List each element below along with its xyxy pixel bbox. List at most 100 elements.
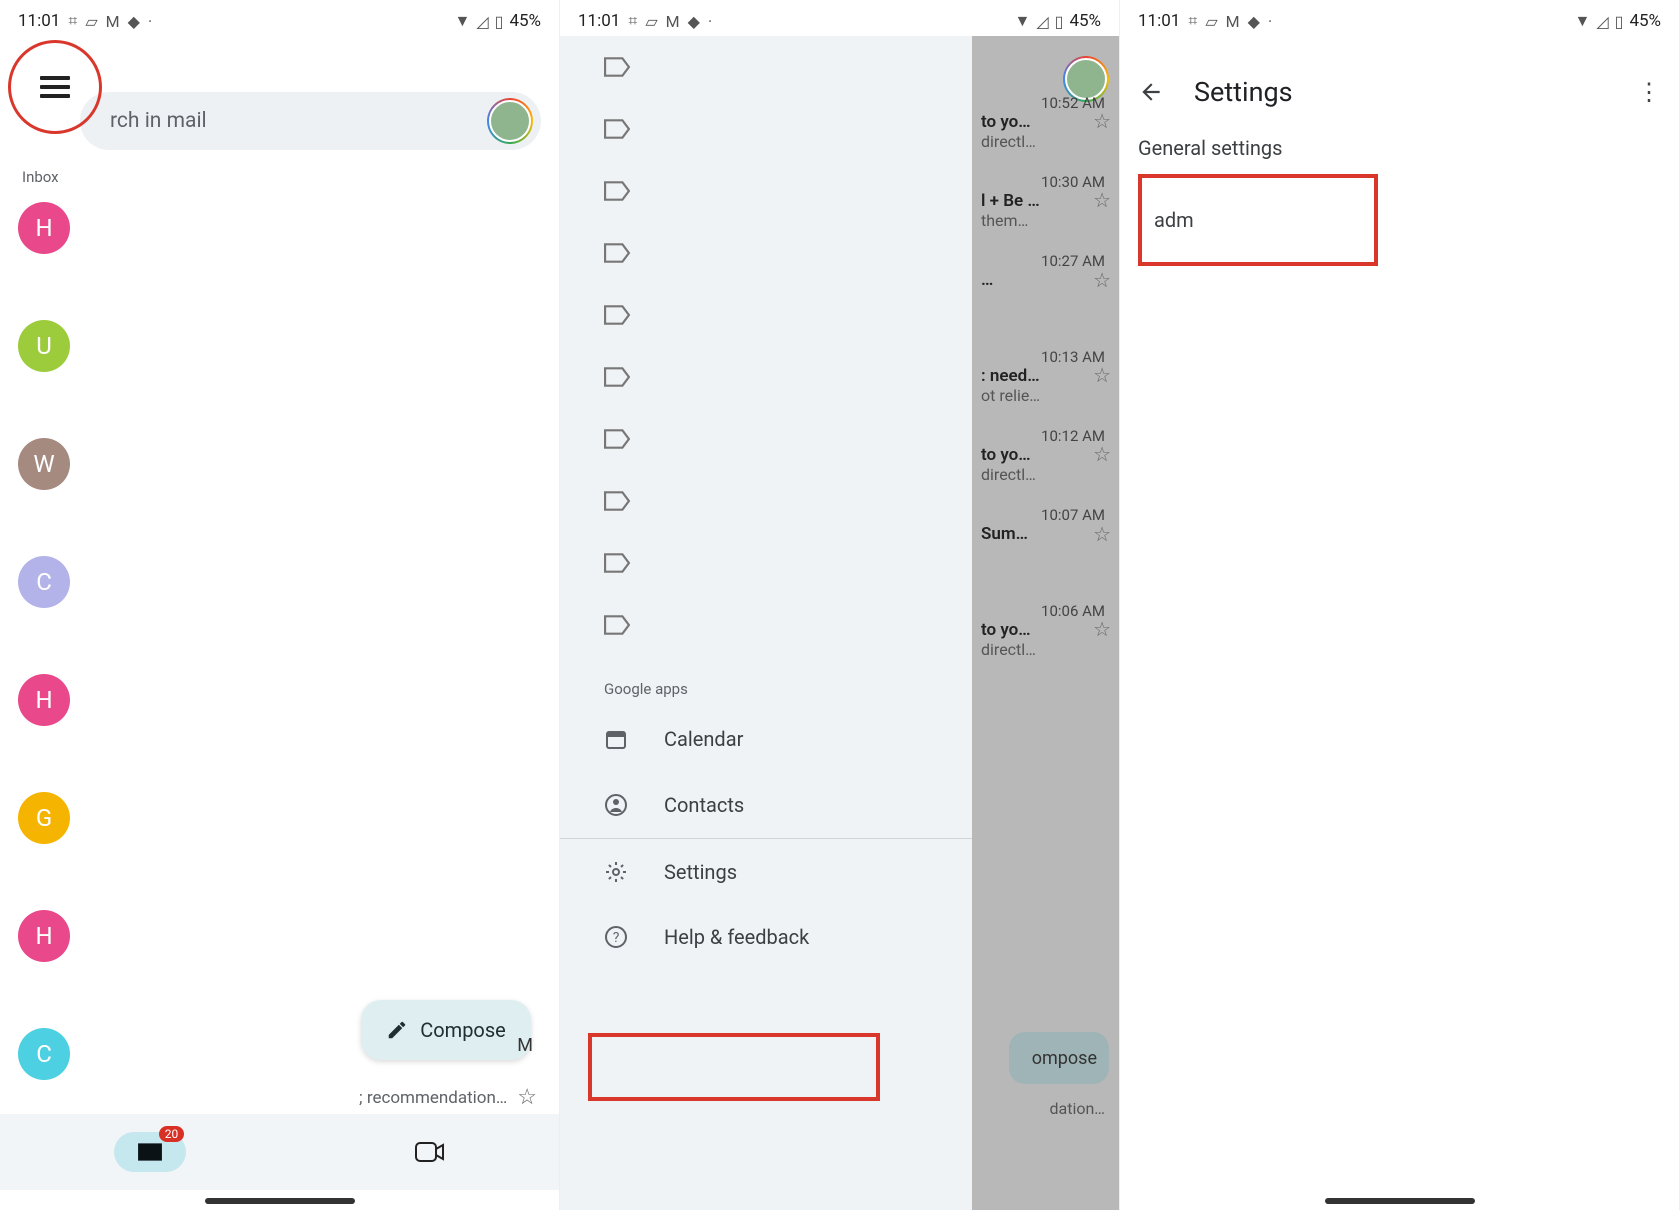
drawer-label-item[interactable]: [560, 36, 972, 98]
calendar-icon: [604, 727, 628, 751]
gmail-icon: M: [106, 12, 120, 31]
label-icon: [604, 553, 630, 573]
panel-inbox: 11:01 ⌗ ▱ M ◆ · ▼ ◿ ▯ 45% rch in mail In…: [0, 0, 560, 1210]
drawer-label-item[interactable]: [560, 98, 972, 160]
star-icon[interactable]: ☆: [517, 1085, 537, 1110]
more-icon: ·: [148, 12, 152, 31]
wifi-icon: ▼: [1574, 11, 1590, 31]
signal-icon: ◿: [1036, 12, 1048, 31]
battery-percent: 45%: [509, 11, 541, 31]
drawer-label-item[interactable]: [560, 346, 972, 408]
account-settings-highlight[interactable]: adm: [1138, 174, 1378, 266]
calendar-label: Calendar: [664, 727, 743, 751]
hamburger-icon[interactable]: [40, 76, 70, 98]
sender-avatar[interactable]: G: [18, 792, 70, 844]
label-icon: [604, 119, 630, 139]
recommend-text-row: ; recommendation… ☆: [359, 1085, 537, 1110]
help-label: Help & feedback: [664, 925, 809, 949]
home-indicator: [1325, 1198, 1475, 1204]
panel-settings: 11:01 ⌗ ▱ M ◆ · ▼ ◿ ▯ 45% Settings ⋮ Gen…: [1120, 0, 1680, 1210]
contacts-icon: [604, 793, 628, 817]
label-icon: [604, 491, 630, 511]
status-time: 11:01: [578, 11, 620, 31]
search-bar[interactable]: rch in mail: [80, 92, 541, 150]
drawer-label-item[interactable]: [560, 160, 972, 222]
compose-label: Compose: [420, 1018, 506, 1042]
status-time: 11:01: [1138, 11, 1180, 31]
drawer-label-item[interactable]: [560, 532, 972, 594]
hamburger-highlight: [8, 40, 102, 134]
inbox-label: Inbox: [22, 168, 559, 186]
sender-avatar[interactable]: H: [18, 202, 70, 254]
home-indicator: [205, 1198, 355, 1204]
battery-icon: ▯: [1615, 12, 1624, 31]
star-icon: ☆: [981, 268, 1111, 292]
battery-percent: 45%: [1629, 11, 1661, 31]
sender-avatar[interactable]: H: [18, 674, 70, 726]
drawer-help[interactable]: ? Help & feedback: [560, 904, 972, 970]
battery-icon: ▯: [1055, 12, 1064, 31]
drawer-label-item[interactable]: [560, 594, 972, 656]
settings-title: Settings: [1194, 76, 1637, 108]
sender-avatar[interactable]: W: [18, 438, 70, 490]
status-bar: 11:01 ⌗ ▱ M ◆ · ▼ ◿ ▯ 45%: [0, 0, 559, 36]
general-settings-item[interactable]: General settings: [1138, 136, 1661, 160]
settings-header: Settings ⋮: [1120, 56, 1679, 128]
compose-button-bg: ompose: [1009, 1032, 1109, 1084]
drawer-contacts[interactable]: Contacts: [560, 772, 972, 838]
mail-icon: [137, 1142, 163, 1162]
gmail-icon: M: [1226, 12, 1240, 31]
meet-tab[interactable]: [415, 1141, 445, 1163]
location-icon: ◆: [128, 12, 140, 31]
help-icon: ?: [604, 925, 628, 949]
sender-avatar[interactable]: C: [18, 556, 70, 608]
slack-icon: ⌗: [628, 11, 637, 31]
google-apps-section: Google apps: [560, 656, 972, 706]
status-time: 11:01: [18, 11, 60, 31]
drawer-label-item[interactable]: [560, 408, 972, 470]
label-icon: [604, 57, 630, 77]
label-icon: [604, 429, 630, 449]
unread-badge: 20: [159, 1126, 185, 1142]
signal-icon: ◿: [1596, 12, 1608, 31]
settings-label: Settings: [664, 860, 737, 884]
location-icon: ◆: [1248, 12, 1260, 31]
profile-avatar[interactable]: [487, 98, 533, 144]
mail-tab[interactable]: 20: [114, 1132, 186, 1172]
kebab-icon[interactable]: ⋮: [1637, 78, 1661, 106]
truncated-m: M: [517, 1035, 533, 1056]
wifi-icon: ▼: [454, 11, 470, 31]
sender-avatar[interactable]: U: [18, 320, 70, 372]
settings-highlight: [588, 1033, 880, 1101]
back-arrow-icon[interactable]: [1138, 79, 1164, 105]
sender-avatar[interactable]: H: [18, 910, 70, 962]
slack-icon: ⌗: [1188, 11, 1197, 31]
account-email: adm: [1154, 208, 1194, 232]
more-icon: ·: [708, 12, 712, 31]
label-icon: [604, 181, 630, 201]
status-bar: 11:01 ⌗ ▱ M ◆ · ▼ ◿ ▯ 45%: [1120, 0, 1679, 36]
drawer-calendar[interactable]: Calendar: [560, 706, 972, 772]
sender-avatar[interactable]: C: [18, 1028, 70, 1080]
flag-icon: ▱: [645, 12, 657, 31]
scrim-overlay[interactable]: 10:52 AMto yo…directl…☆ 10:30 AMl + Be ……: [972, 36, 1119, 1210]
compose-button[interactable]: Compose: [361, 1000, 531, 1060]
search-placeholder: rch in mail: [110, 109, 207, 133]
pencil-icon: [386, 1019, 408, 1041]
drawer-label-item[interactable]: [560, 470, 972, 532]
drawer-label-item[interactable]: [560, 284, 972, 346]
label-icon: [604, 367, 630, 387]
video-icon: [415, 1141, 445, 1163]
recommend-bg: dation…: [1049, 1099, 1105, 1118]
recommend-text: ; recommendation…: [359, 1088, 507, 1108]
battery-percent: 45%: [1069, 11, 1101, 31]
location-icon: ◆: [688, 12, 700, 31]
drawer-settings[interactable]: Settings: [560, 838, 972, 904]
label-icon: [604, 615, 630, 635]
bottom-nav: 20: [0, 1114, 559, 1190]
flag-icon: ▱: [1205, 12, 1217, 31]
settings-body: General settings adm: [1120, 128, 1679, 266]
drawer-label-item[interactable]: [560, 222, 972, 284]
label-icon: [604, 243, 630, 263]
contacts-label: Contacts: [664, 793, 744, 817]
